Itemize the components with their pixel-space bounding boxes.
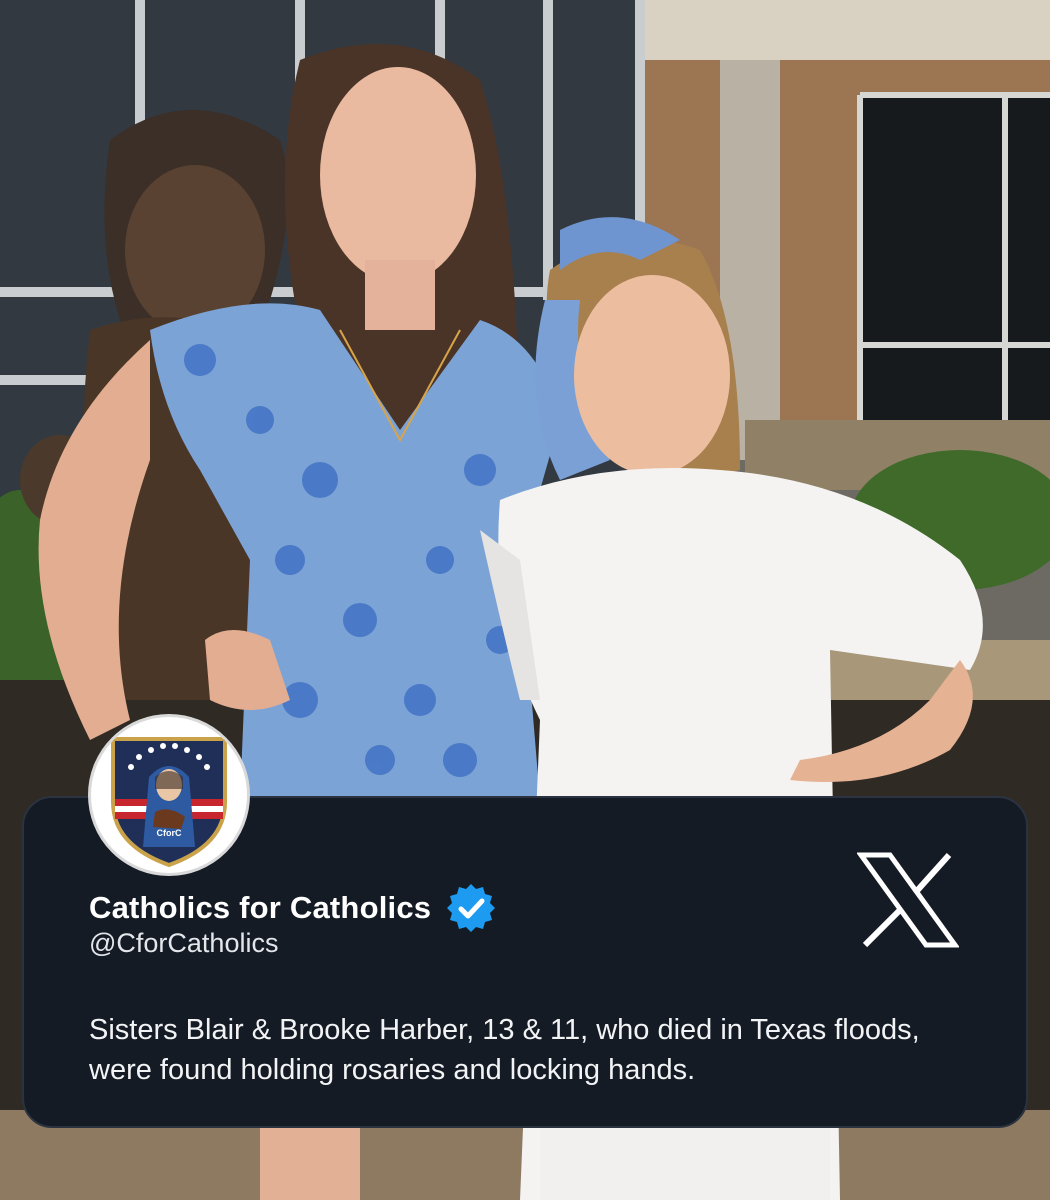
verified-badge-icon: [447, 884, 496, 932]
post-text: Sisters Blair & Brooke Harber, 13 & 11, …: [89, 1014, 920, 1086]
user-handle[interactable]: @CforCatholics: [89, 928, 278, 959]
avatar[interactable]: CforC: [88, 714, 250, 876]
display-name[interactable]: Catholics for Catholics: [89, 890, 431, 926]
shield-logo-icon: [111, 737, 227, 868]
x-logo-icon[interactable]: [857, 851, 959, 949]
avatar-label: CforC: [156, 828, 182, 838]
